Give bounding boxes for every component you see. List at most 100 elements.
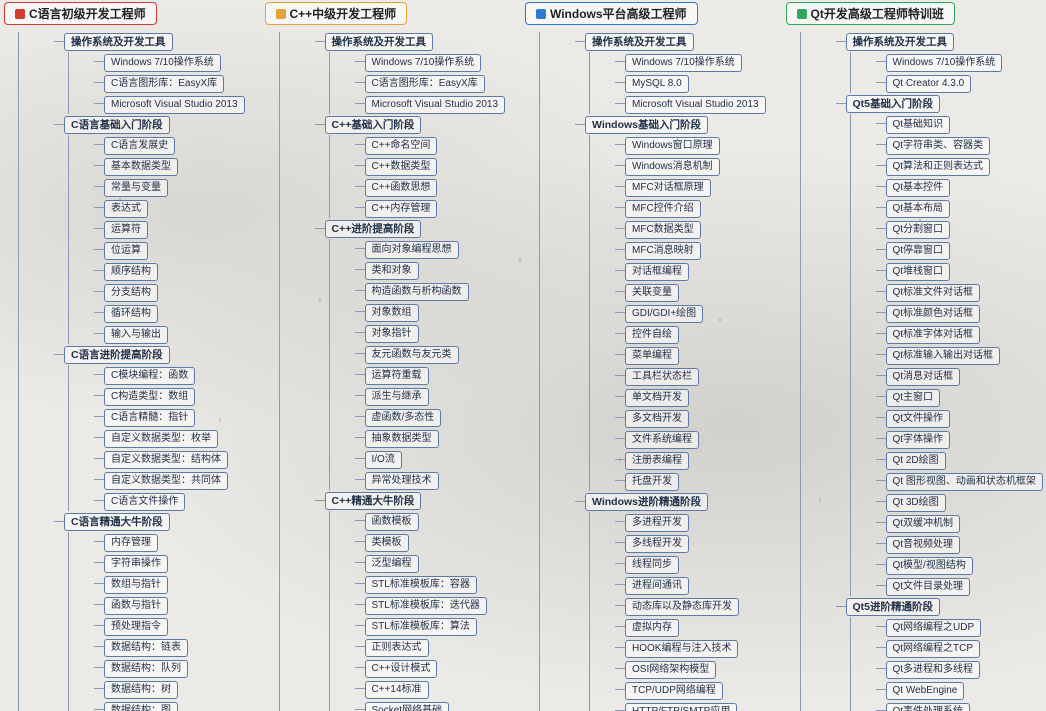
- topic-node[interactable]: HTTP/FTP/SMTP应用: [625, 703, 737, 711]
- topic-node[interactable]: Qt停靠窗口: [886, 242, 951, 260]
- topic-node[interactable]: C语言图形库：EasyX库: [104, 75, 224, 93]
- topic-node[interactable]: C++数据类型: [365, 158, 438, 176]
- topic-node[interactable]: MFC控件介绍: [625, 200, 701, 218]
- topic-node[interactable]: GDI/GDI+绘图: [625, 305, 703, 323]
- section-node[interactable]: C++精通大牛阶段: [325, 492, 422, 510]
- topic-node[interactable]: C语言精髓：指针: [104, 409, 195, 427]
- section-node[interactable]: C++进阶提高阶段: [325, 220, 422, 238]
- topic-node[interactable]: 动态库以及静态库开发: [625, 598, 739, 616]
- topic-node[interactable]: 数据结构：链表: [104, 639, 188, 657]
- section-node[interactable]: 操作系统及开发工具: [846, 33, 955, 51]
- track-root-node[interactable]: Qt开发高级工程师特训班: [786, 2, 955, 25]
- section-node[interactable]: Qt5进阶精通阶段: [846, 598, 941, 616]
- topic-node[interactable]: 工具栏状态栏: [625, 368, 699, 386]
- topic-node[interactable]: 单文档开发: [625, 389, 689, 407]
- topic-node[interactable]: 字符串操作: [104, 555, 168, 573]
- topic-node[interactable]: Microsoft Visual Studio 2013: [104, 96, 245, 114]
- topic-node[interactable]: 位运算: [104, 242, 148, 260]
- topic-node[interactable]: Qt 图形视图、动画和状态机框架: [886, 473, 1043, 491]
- topic-node[interactable]: MFC对话框原理: [625, 179, 711, 197]
- topic-node[interactable]: 自定义数据类型：结构体: [104, 451, 228, 469]
- topic-node[interactable]: Qt字体操作: [886, 431, 951, 449]
- track-root-node[interactable]: C语言初级开发工程师: [4, 2, 157, 25]
- topic-node[interactable]: 预处理指令: [104, 618, 168, 636]
- topic-node[interactable]: C++内存管理: [365, 200, 438, 218]
- topic-node[interactable]: 类和对象: [365, 262, 419, 280]
- topic-node[interactable]: Qt 3D绘图: [886, 494, 946, 512]
- topic-node[interactable]: 友元函数与友元类: [365, 346, 459, 364]
- topic-node[interactable]: 对话框编程: [625, 263, 689, 281]
- topic-node[interactable]: Qt WebEngine: [886, 682, 965, 700]
- topic-node[interactable]: 数据结构：图: [104, 702, 178, 711]
- topic-node[interactable]: Qt网络编程之TCP: [886, 640, 981, 658]
- topic-node[interactable]: 控件自绘: [625, 326, 679, 344]
- topic-node[interactable]: 注册表编程: [625, 452, 689, 470]
- topic-node[interactable]: 函数模板: [365, 513, 419, 531]
- topic-node[interactable]: 运算符重载: [365, 367, 429, 385]
- topic-node[interactable]: C模块编程：函数: [104, 367, 195, 385]
- topic-node[interactable]: 自定义数据类型：共同体: [104, 472, 228, 490]
- topic-node[interactable]: 多线程开发: [625, 535, 689, 553]
- topic-node[interactable]: 面向对象编程思想: [365, 241, 459, 259]
- topic-node[interactable]: HOOK编程与注入技术: [625, 640, 738, 658]
- topic-node[interactable]: 表达式: [104, 200, 148, 218]
- topic-node[interactable]: C语言发展史: [104, 137, 175, 155]
- topic-node[interactable]: Qt音视频处理: [886, 536, 961, 554]
- topic-node[interactable]: Qt分割窗口: [886, 221, 951, 239]
- section-node[interactable]: Windows进阶精通阶段: [585, 493, 708, 511]
- topic-node[interactable]: Qt事件处理系统: [886, 703, 971, 711]
- topic-node[interactable]: Qt基础知识: [886, 116, 951, 134]
- topic-node[interactable]: 分支结构: [104, 284, 158, 302]
- topic-node[interactable]: 异常处理技术: [365, 472, 439, 490]
- topic-node[interactable]: 函数与指针: [104, 597, 168, 615]
- topic-node[interactable]: C++14标准: [365, 681, 429, 699]
- topic-node[interactable]: 输入与输出: [104, 326, 168, 344]
- topic-node[interactable]: MFC消息映射: [625, 242, 701, 260]
- section-node[interactable]: Windows基础入门阶段: [585, 116, 708, 134]
- topic-node[interactable]: 泛型编程: [365, 555, 419, 573]
- topic-node[interactable]: 文件系统编程: [625, 431, 699, 449]
- topic-node[interactable]: Qt标准字体对话框: [886, 326, 981, 344]
- topic-node[interactable]: C++命名空间: [365, 137, 438, 155]
- topic-node[interactable]: Qt 2D绘图: [886, 452, 946, 470]
- topic-node[interactable]: Qt字符串类、容器类: [886, 137, 991, 155]
- topic-node[interactable]: OSI网络架构模型: [625, 661, 716, 679]
- topic-node[interactable]: Windows 7/10操作系统: [625, 54, 742, 72]
- topic-node[interactable]: STL标准模板库：算法: [365, 618, 477, 636]
- topic-node[interactable]: Qt算法和正则表达式: [886, 158, 991, 176]
- topic-node[interactable]: Qt基本控件: [886, 179, 951, 197]
- topic-node[interactable]: 虚函数/多态性: [365, 409, 442, 427]
- topic-node[interactable]: 关联变量: [625, 284, 679, 302]
- topic-node[interactable]: MFC数据类型: [625, 221, 701, 239]
- topic-node[interactable]: 顺序结构: [104, 263, 158, 281]
- topic-node[interactable]: C语言图形库：EasyX库: [365, 75, 485, 93]
- topic-node[interactable]: I/O流: [365, 451, 402, 469]
- section-node[interactable]: C语言基础入门阶段: [64, 116, 170, 134]
- topic-node[interactable]: STL标准模板库：迭代器: [365, 597, 487, 615]
- topic-node[interactable]: 派生与继承: [365, 388, 429, 406]
- section-node[interactable]: 操作系统及开发工具: [64, 33, 173, 51]
- topic-node[interactable]: 进程间通讯: [625, 577, 689, 595]
- topic-node[interactable]: 对象指针: [365, 325, 419, 343]
- track-root-node[interactable]: C++中级开发工程师: [265, 2, 408, 25]
- topic-node[interactable]: Windows 7/10操作系统: [365, 54, 482, 72]
- topic-node[interactable]: Microsoft Visual Studio 2013: [625, 96, 766, 114]
- topic-node[interactable]: Qt标准输入输出对话框: [886, 347, 1001, 365]
- topic-node[interactable]: 基本数据类型: [104, 158, 178, 176]
- topic-node[interactable]: 构造函数与析构函数: [365, 283, 469, 301]
- topic-node[interactable]: C++函数思想: [365, 179, 438, 197]
- topic-node[interactable]: 类模板: [365, 534, 409, 552]
- topic-node[interactable]: C构造类型：数组: [104, 388, 195, 406]
- topic-node[interactable]: Qt文件目录处理: [886, 578, 971, 596]
- topic-node[interactable]: Qt基本布局: [886, 200, 951, 218]
- topic-node[interactable]: Qt Creator 4.3.0: [886, 75, 972, 93]
- topic-node[interactable]: Windows 7/10操作系统: [104, 54, 221, 72]
- track-root-node[interactable]: Windows平台高级工程师: [525, 2, 698, 25]
- topic-node[interactable]: 数组与指针: [104, 576, 168, 594]
- topic-node[interactable]: 托盘开发: [625, 473, 679, 491]
- section-node[interactable]: C语言进阶提高阶段: [64, 346, 170, 364]
- topic-node[interactable]: 正则表达式: [365, 639, 429, 657]
- section-node[interactable]: 操作系统及开发工具: [585, 33, 694, 51]
- topic-node[interactable]: 数据结构：队列: [104, 660, 188, 678]
- topic-node[interactable]: Qt双缓冲机制: [886, 515, 961, 533]
